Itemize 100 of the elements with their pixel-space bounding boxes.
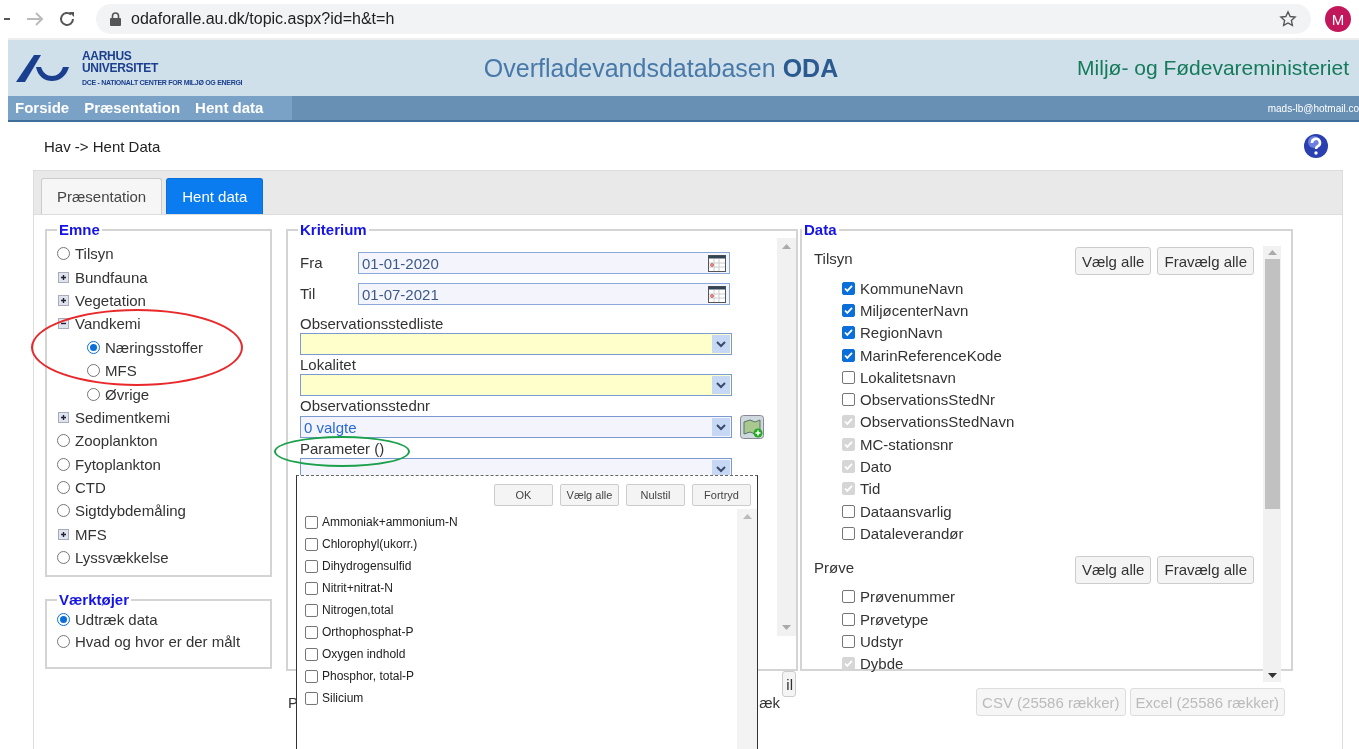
radio-button[interactable]: [57, 634, 70, 648]
checkbox[interactable]: [842, 393, 855, 407]
topic-label[interactable]: CTD: [75, 479, 106, 497]
topic-label[interactable]: Zooplankton: [75, 432, 158, 450]
date-field[interactable]: 01-01-2020: [358, 252, 730, 274]
parameter-option[interactable]: Silicium: [322, 691, 364, 705]
parameter-option[interactable]: Oxygen indhold: [322, 647, 406, 661]
topic-label[interactable]: MFS: [105, 362, 137, 380]
popup-button[interactable]: Vælg alle: [560, 484, 619, 506]
parameter-option[interactable]: Ammoniak+ammonium-N: [322, 515, 458, 529]
map-add-icon[interactable]: [740, 415, 764, 439]
scrollbar[interactable]: [737, 509, 757, 749]
expand-icon[interactable]: [58, 528, 69, 540]
checkbox[interactable]: [842, 504, 855, 518]
calendar-icon[interactable]: [708, 254, 726, 272]
checkbox[interactable]: [305, 515, 318, 529]
parameter-option[interactable]: Chlorophyl(ukorr.): [322, 537, 418, 551]
radio-button[interactable]: [57, 612, 70, 626]
checkbox[interactable]: [842, 590, 855, 604]
reload-icon[interactable]: [58, 10, 76, 28]
radio-button[interactable]: [57, 434, 70, 448]
field-option[interactable]: Dataleverandør: [860, 524, 964, 542]
checkbox[interactable]: [305, 647, 318, 661]
checkbox[interactable]: [842, 370, 855, 384]
topic-label[interactable]: Øvrige: [105, 385, 150, 403]
field-option[interactable]: Lokalitetsnavn: [860, 368, 956, 386]
topic-label[interactable]: Sedimentkemi: [75, 408, 171, 426]
checkbox[interactable]: [842, 634, 855, 648]
checkbox[interactable]: [305, 581, 318, 595]
dropdown-field[interactable]: [300, 333, 732, 355]
star-icon[interactable]: [1279, 10, 1297, 28]
topic-label[interactable]: MFS: [75, 525, 107, 543]
checkbox[interactable]: [842, 326, 855, 340]
checkbox[interactable]: [305, 625, 318, 639]
checkbox[interactable]: [305, 559, 318, 573]
radio-button[interactable]: [87, 387, 100, 401]
radio-button[interactable]: [57, 551, 70, 565]
checkbox[interactable]: [842, 303, 855, 317]
popup-button[interactable]: Nulstil: [626, 484, 685, 506]
checkbox[interactable]: [305, 603, 318, 617]
radio-button[interactable]: [57, 457, 70, 471]
popup-button[interactable]: Fortryd: [692, 484, 751, 506]
radio-button[interactable]: [87, 340, 100, 354]
site-title: Overfladevandsdatabasen ODA: [482, 53, 840, 83]
topic-label[interactable]: Sigtdybdemåling: [75, 502, 186, 520]
topic-label[interactable]: Vandkemi: [75, 315, 141, 333]
tab[interactable]: Hent data: [166, 178, 264, 214]
topic-label[interactable]: Lyssvækkelse: [75, 549, 169, 567]
field-option[interactable]: Udstyr: [860, 632, 904, 650]
field-option[interactable]: Prøvetype: [860, 610, 929, 628]
tool-option-label[interactable]: Udtræk data: [75, 610, 158, 628]
parameter-option[interactable]: Orthophosphat-P: [322, 625, 414, 639]
radio-button[interactable]: [57, 247, 70, 261]
topic-label[interactable]: Fytoplankton: [75, 455, 161, 473]
parameter-option[interactable]: Phosphor, total-P: [322, 669, 415, 683]
select-button[interactable]: Vælg alle: [1074, 247, 1152, 275]
field-option[interactable]: ObservationsStedNr: [860, 391, 996, 409]
topic-label[interactable]: Bundfauna: [75, 268, 148, 286]
scrollbar[interactable]: [1263, 246, 1281, 682]
tool-option-label[interactable]: Hvad og hvor er der målt: [75, 632, 241, 650]
expand-icon[interactable]: [58, 294, 69, 306]
select-button[interactable]: Vælg alle: [1074, 555, 1152, 584]
topic-label[interactable]: Næringsstoffer: [105, 338, 204, 356]
checkbox[interactable]: [842, 612, 855, 626]
radio-button[interactable]: [57, 504, 70, 518]
radio-button[interactable]: [57, 481, 70, 495]
checkbox[interactable]: [305, 537, 318, 551]
partly-hidden-button[interactable]: il: [782, 671, 796, 697]
checkbox[interactable]: [842, 526, 855, 540]
field-option[interactable]: Prøvenummer: [860, 588, 956, 606]
calendar-icon[interactable]: [708, 285, 726, 303]
checkbox[interactable]: [305, 691, 318, 705]
tab[interactable]: Præsentation: [41, 178, 163, 214]
parameter-option[interactable]: Dihydrogensulfid: [322, 559, 412, 573]
radio-button[interactable]: [87, 364, 100, 378]
select-button[interactable]: Fravælg alle: [1157, 555, 1254, 584]
dropdown-field[interactable]: 0 valgte: [300, 416, 732, 438]
field-option[interactable]: KommuneNavn: [860, 279, 964, 297]
field-option[interactable]: Dataansvarlig: [860, 502, 952, 520]
checkbox[interactable]: [842, 348, 855, 362]
dropdown-field[interactable]: [300, 374, 732, 396]
date-field[interactable]: 01-07-2021: [358, 283, 730, 305]
popup-button[interactable]: OK: [494, 484, 553, 506]
help-icon[interactable]: [1303, 133, 1329, 159]
topic-label[interactable]: Tilsyn: [75, 245, 114, 263]
field-option[interactable]: RegionNavn: [860, 324, 943, 342]
scroll-down-icon[interactable]: [1267, 673, 1277, 678]
parameter-option[interactable]: Nitrit+nitrat-N: [322, 581, 393, 595]
select-button[interactable]: Fravælg alle: [1157, 247, 1254, 275]
expand-icon[interactable]: [58, 411, 69, 423]
topic-label[interactable]: Vegetation: [75, 291, 146, 309]
collapse-icon[interactable]: [58, 318, 69, 330]
expand-icon[interactable]: [58, 271, 69, 283]
checkbox[interactable]: [842, 281, 855, 295]
field-option[interactable]: MiljøcenterNavn: [860, 301, 969, 319]
checkbox[interactable]: [305, 669, 318, 683]
field-option[interactable]: MarinReferenceKode: [860, 346, 1002, 364]
address-bar[interactable]: odaforalle.au.dk/topic.aspx?id=h&t=h: [96, 4, 1311, 34]
parameter-option[interactable]: Nitrogen,total: [322, 603, 394, 617]
profile-avatar[interactable]: M: [1325, 6, 1351, 32]
